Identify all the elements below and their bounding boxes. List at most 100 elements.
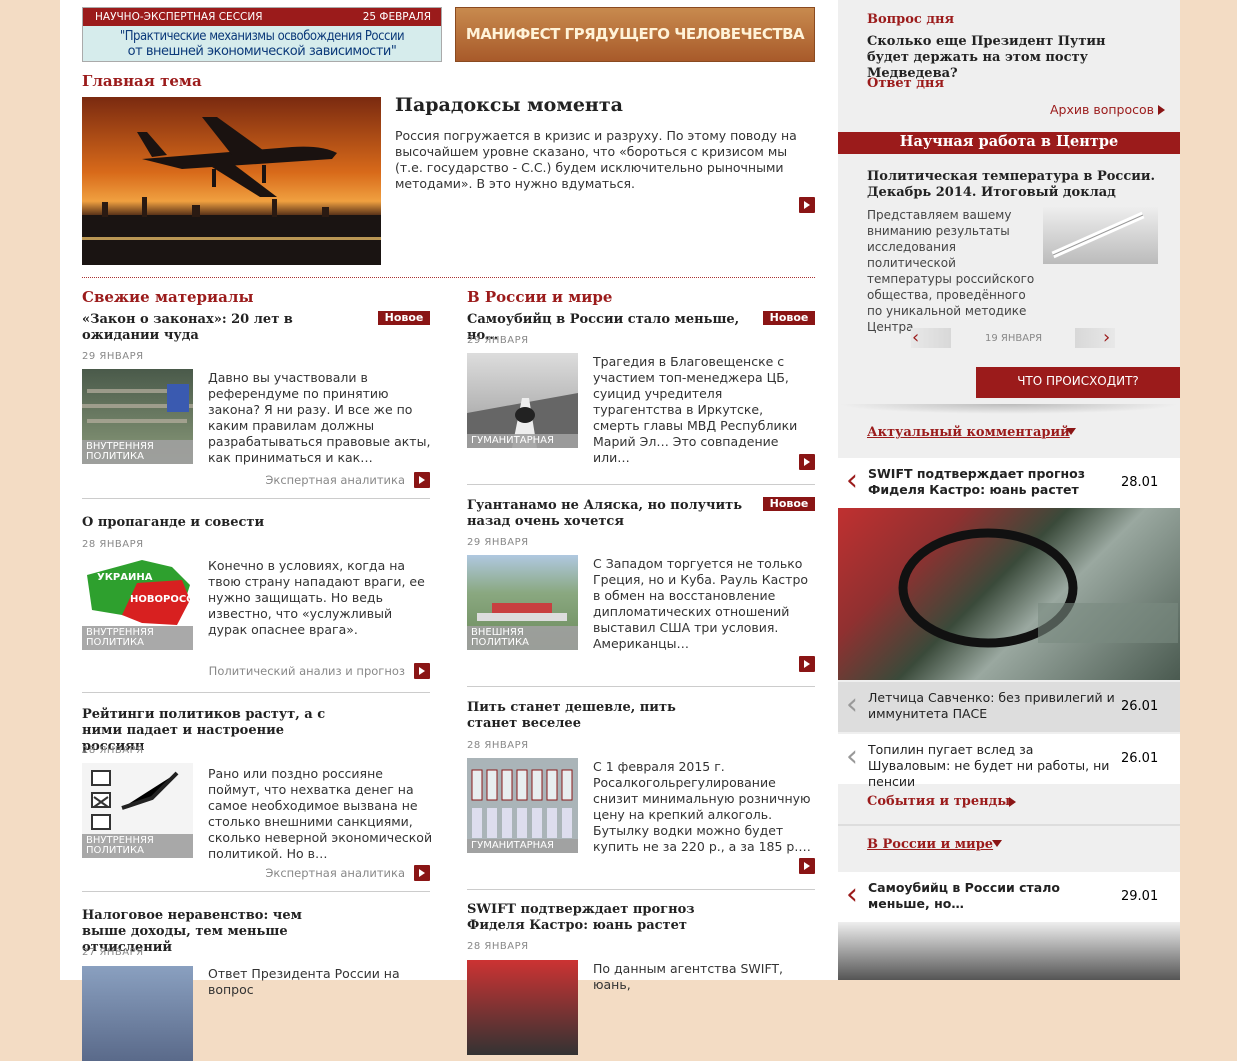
divider: [467, 889, 815, 890]
events-link[interactable]: События и тренды: [867, 794, 1010, 809]
article-date: 28 ЯНВАРЯ: [467, 941, 529, 952]
new-badge: Новое: [763, 497, 815, 511]
answer-link[interactable]: Ответ дня: [867, 76, 944, 91]
map-label-novorossiya: НОВОРОССИЯ: [130, 594, 193, 605]
question-text[interactable]: Сколько еще Президент Путин будет держат…: [867, 34, 1152, 82]
article-thumb[interactable]: ВНУТРЕННЯЯ ПОЛИТИКА: [82, 763, 193, 858]
article-thumb[interactable]: ГУМАНИТАРНАЯ: [467, 758, 578, 853]
article-more-button[interactable]: [414, 865, 430, 881]
comment-text: Летчица Савченко: без привилегий и иммун…: [868, 690, 1115, 721]
archive-arrow-icon: [1158, 105, 1165, 115]
divider: [82, 891, 430, 892]
divider: [467, 686, 815, 687]
comment-text: SWIFT подтверждает прогноз Фиделя Кастро…: [868, 466, 1085, 497]
main-theme-title[interactable]: Парадоксы момента: [395, 94, 623, 116]
article-text: Рано или поздно россияне поймут, что нех…: [208, 766, 433, 861]
article-date: 29 ЯНВАРЯ: [467, 335, 529, 346]
article-date: 27 ЯНВАРЯ: [82, 947, 144, 958]
bracket-icon: ‹: [846, 463, 858, 498]
article-title[interactable]: «Закон о законах»: 20 лет в ожидании чуд…: [82, 312, 357, 344]
article-thumb[interactable]: ВНЕШНЯЯ ПОЛИТИКА: [467, 555, 578, 650]
thermometer-icon: [1051, 211, 1145, 259]
comment-item[interactable]: ‹ Летчица Савченко: без привилегий и имм…: [838, 682, 1180, 732]
dropdown-arrow-icon[interactable]: [1066, 428, 1076, 435]
article-thumb[interactable]: ГУМАНИТАРНАЯ: [467, 353, 578, 448]
archive-link[interactable]: Архив вопросов: [1050, 102, 1154, 117]
article-date: 29 ЯНВАРЯ: [467, 537, 529, 548]
session-banner-line1: "Практические механизмы освобождения Рос…: [119, 29, 405, 44]
thermometer-image[interactable]: [1043, 207, 1158, 264]
session-banner[interactable]: НАУЧНО-ЭКСПЕРТНАЯ СЕССИЯ 25 ФЕВРАЛЯ "Пра…: [82, 7, 442, 62]
dollar-image[interactable]: [838, 508, 1180, 680]
question-label: Вопрос дня: [867, 12, 955, 27]
article-tag: ВНЕШНЯЯ ПОЛИТИКА: [467, 626, 578, 650]
article-date: 28 ЯНВАРЯ: [467, 740, 529, 751]
session-banner-line2: от внешней экономической зависимости": [127, 44, 397, 59]
article-thumb[interactable]: [82, 966, 193, 1061]
article-text: По данным агентства SWIFT, юань,: [593, 961, 784, 992]
article-thumb[interactable]: ВНУТРЕННЯЯ ПОЛИТИКА: [82, 369, 193, 464]
divider: [467, 484, 815, 485]
comment-date: 26.01: [1121, 699, 1159, 714]
article-more-button[interactable]: [414, 663, 430, 679]
article-text: Давно вы участвовали в референдуме по пр…: [208, 370, 431, 465]
article-text: Трагедия в Благовещенске с участием топ-…: [593, 354, 798, 465]
comment-item[interactable]: ‹ Самоубийц в России стало меньше, но… 2…: [838, 872, 1180, 922]
map-label-ukraine: УКРАИНА: [97, 572, 153, 583]
actual-comment-link[interactable]: Актуальный комментарий: [867, 425, 1070, 440]
science-heading: Научная работа в Центре: [899, 133, 1119, 150]
bracket-icon: ‹: [846, 877, 858, 912]
article-date: 28 ЯНВАРЯ: [82, 745, 144, 756]
main-theme-more-button[interactable]: [799, 197, 815, 213]
shadow-divider: [838, 824, 1180, 826]
article-tag: ВНУТРЕННЯЯ ПОЛИТИКА: [82, 440, 193, 464]
manifest-banner[interactable]: МАНИФЕСТ ГРЯДУЩЕГО ЧЕЛОВЕЧЕСТВА: [455, 7, 815, 62]
article-date: 29 ЯНВАРЯ: [82, 351, 144, 362]
airplane-icon: [82, 117, 381, 265]
article-more-button[interactable]: [799, 454, 815, 470]
article-more-button[interactable]: [414, 472, 430, 488]
slider-next-arrow[interactable]: ›: [1103, 327, 1110, 348]
science-title[interactable]: Политическая температура в России. Декаб…: [867, 169, 1167, 201]
shadow-divider: [838, 404, 1180, 414]
dropdown-arrow-icon[interactable]: [992, 840, 1002, 847]
article-title[interactable]: Гуантанамо не Аляска, но получить назад …: [467, 498, 742, 530]
article-title[interactable]: SWIFT подтверждает прогноз Фиделя Кастро…: [467, 902, 742, 934]
article-more-button[interactable]: [799, 656, 815, 672]
main-theme-image[interactable]: [82, 97, 381, 265]
article-title[interactable]: Пить станет дешевле, пить станет веселее: [467, 700, 727, 732]
article-rubric[interactable]: Экспертная аналитика: [190, 473, 405, 487]
slider-prev-arrow[interactable]: ‹: [912, 327, 919, 348]
events-arrow-icon[interactable]: [1009, 797, 1016, 807]
session-banner-date: 25 ФЕВРАЛЯ: [362, 11, 431, 23]
article-rubric[interactable]: Политический анализ и прогноз: [190, 664, 405, 678]
article-thumb[interactable]: [467, 960, 578, 1055]
new-badge: Новое: [378, 311, 430, 325]
comment-date: 28.01: [1121, 475, 1159, 490]
article-tag: ВНУТРЕННЯЯ ПОЛИТИКА: [82, 626, 193, 650]
article-tag: ГУМАНИТАРНАЯ: [467, 434, 578, 448]
comment-date: 29.01: [1121, 889, 1159, 904]
session-banner-label: НАУЧНО-ЭКСПЕРТНАЯ СЕССИЯ: [95, 11, 263, 23]
new-badge: Новое: [763, 311, 815, 325]
comment-item[interactable]: ‹ SWIFT подтверждает прогноз Фиделя Каст…: [838, 458, 1180, 508]
russia-world-link[interactable]: В России и мире: [867, 837, 993, 852]
suicide-image[interactable]: [838, 922, 1180, 980]
manifest-banner-label: МАНИФЕСТ ГРЯДУЩЕГО ЧЕЛОВЕЧЕСТВА: [465, 25, 805, 43]
world-heading: В России и мире: [467, 288, 613, 306]
science-text: Представляем вашему вниманию результаты …: [867, 208, 1035, 334]
article-text: С Западом торгуется не только Греция, но…: [593, 556, 809, 651]
article-rubric[interactable]: Экспертная аналитика: [190, 866, 405, 880]
divider: [82, 498, 430, 499]
bracket-icon: ‹: [846, 739, 858, 774]
article-more-button[interactable]: [799, 858, 815, 874]
comment-item[interactable]: ‹ Топилин пугает вслед за Шуваловым: не …: [838, 734, 1180, 789]
slider-date: 19 ЯНВАРЯ: [985, 333, 1043, 344]
article-title[interactable]: О пропаганде и совести: [82, 515, 422, 531]
what-happens-label: ЧТО ПРОИСХОДИТ?: [1017, 374, 1139, 388]
comment-text: Самоубийц в России стало меньше, но…: [868, 880, 1060, 911]
article-tag: ГУМАНИТАРНАЯ: [467, 839, 578, 853]
article-tag: ВНУТРЕННЯЯ ПОЛИТИКА: [82, 834, 193, 858]
fresh-heading: Свежие материалы: [82, 288, 254, 306]
article-thumb[interactable]: УКРАИНА НОВОРОССИЯ ВНУТРЕННЯЯ ПОЛИТИКА: [82, 555, 193, 650]
